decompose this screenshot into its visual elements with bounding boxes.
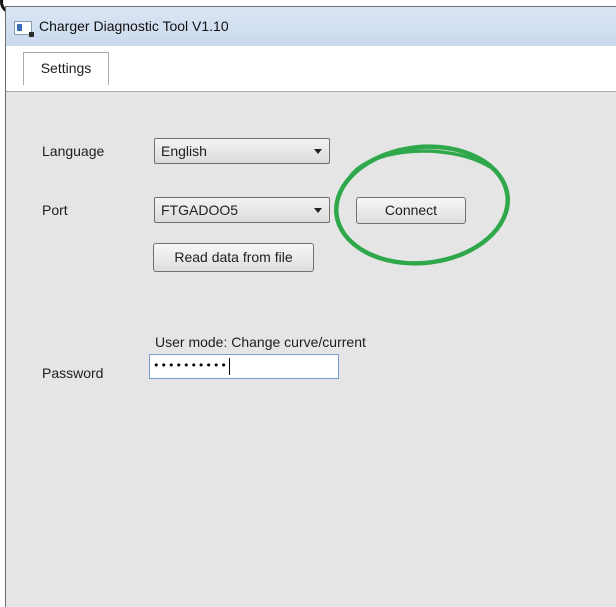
connect-button[interactable]: Connect — [356, 197, 466, 224]
title-bar[interactable]: Charger Diagnostic Tool V1.10 — [6, 7, 616, 46]
language-value: English — [161, 143, 207, 159]
user-mode-text: User mode: Change curve/current — [155, 334, 366, 350]
window-title: Charger Diagnostic Tool V1.10 — [39, 18, 229, 34]
password-label: Password — [42, 365, 104, 381]
app-icon — [14, 21, 34, 37]
port-select[interactable]: FTGADOO5 — [154, 197, 330, 223]
text-caret — [228, 357, 230, 375]
port-value: FTGADOO5 — [161, 202, 239, 218]
password-mask: •••••••••• — [153, 359, 228, 372]
password-field[interactable]: •••••••••• — [149, 354, 339, 379]
language-label: Language — [42, 143, 105, 159]
tab-settings[interactable]: Settings — [23, 52, 109, 85]
language-select[interactable]: English — [154, 138, 330, 164]
app-window: Charger Diagnostic Tool V1.10 Settings — [5, 6, 616, 607]
chevron-down-icon[interactable] — [314, 208, 322, 213]
read-data-from-file-button[interactable]: Read data from file — [153, 243, 314, 272]
chevron-down-icon[interactable] — [314, 149, 322, 154]
port-label: Port — [42, 202, 68, 218]
tab-strip: Settings — [6, 46, 616, 92]
